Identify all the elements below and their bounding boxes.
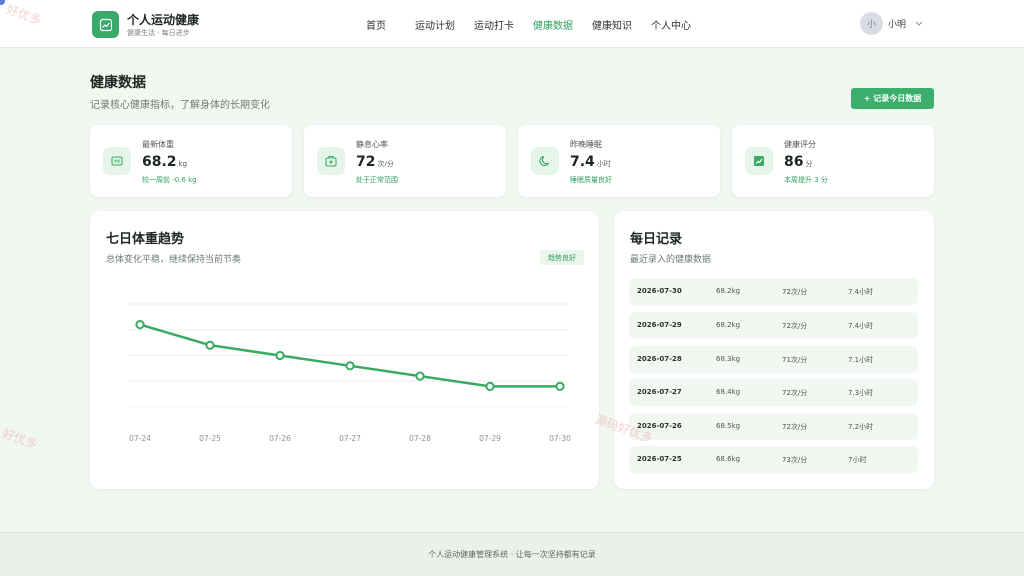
weight-trend-card: 07-24 07-25 07-26 07-27 07-28 07-29 07-30 七日体重…	[90, 211, 599, 489]
nav-profile[interactable]: 个人中心	[651, 17, 691, 32]
data-point	[345, 361, 355, 371]
data-point	[205, 340, 215, 350]
data-point	[415, 371, 425, 381]
medical-kit-icon	[317, 147, 345, 175]
x-tick-label: 07-27	[339, 434, 361, 443]
footer-text: 个人运动健康管理系统 · 让每一次坚持都有记录	[428, 550, 596, 559]
x-tick-label: 07-29	[479, 434, 501, 443]
page-title: 健康数据	[90, 75, 146, 91]
data-point	[485, 381, 495, 391]
card-title: 每日记录	[630, 232, 683, 247]
corner-indicator	[0, 0, 5, 5]
record-heart-rate: 72次/分	[782, 389, 808, 397]
stat-note: 睡眠质量良好	[570, 176, 612, 184]
record-weight: 68.2kg	[716, 321, 741, 329]
data-point	[555, 381, 565, 391]
card-subtitle: 总体变化平稳，继续保持当前节奏	[106, 255, 242, 265]
nav-workout-plan[interactable]: 运动计划	[415, 17, 455, 32]
list-item[interactable]: 2026-07-25 68.6kg 73次/分 7小时	[629, 446, 918, 473]
x-tick-label: 07-28	[409, 434, 431, 443]
avatar[interactable]: 小	[860, 12, 883, 35]
nav-checkin[interactable]: 运动打卡	[474, 17, 514, 32]
brand-subtitle: 健康生活 · 每日进步	[127, 29, 190, 37]
nav-health-data[interactable]: 健康数据	[533, 17, 573, 32]
chevron-down-icon[interactable]	[914, 18, 924, 28]
stat-note: 较一周前 -0.6 kg	[142, 176, 197, 184]
x-tick-label: 07-30	[549, 434, 571, 443]
record-date: 2026-07-29	[637, 321, 682, 329]
data-point	[275, 350, 285, 361]
record-date: 2026-07-28	[637, 355, 682, 363]
stat-card-heart-rate: 静息心率 72 次/分 处于正常范围	[304, 125, 506, 197]
record-sleep: 7.4小时	[848, 288, 874, 296]
stat-value: 68.2 kg	[142, 154, 188, 170]
record-today-button[interactable]: + 记录今日数据	[851, 88, 934, 109]
daily-records-card: 每日记录 最近录入的健康数据 2026-07-30 68.2kg 72次/分 7…	[614, 211, 934, 489]
stat-card-health-score: 健康评分 86 分 本周提升 3 分	[732, 125, 934, 197]
card-subtitle: 最近录入的健康数据	[630, 255, 712, 265]
record-sleep: 7.4小时	[848, 322, 874, 330]
list-item[interactable]: 2026-07-26 68.5kg 72次/分 7.2小时	[629, 413, 918, 440]
x-tick-label: 07-25	[199, 434, 221, 443]
record-sleep: 7.2小时	[848, 423, 874, 431]
list-item[interactable]: 2026-07-30 68.2kg 72次/分 7.4小时	[629, 278, 918, 305]
trend-chart-icon	[745, 147, 773, 175]
card-title: 七日体重趋势	[106, 232, 185, 247]
record-weight: 68.4kg	[716, 388, 741, 396]
page-subtitle: 记录核心健康指标，了解身体的长期变化	[90, 100, 270, 111]
record-heart-rate: 71次/分	[782, 356, 808, 364]
top-navbar: 个人运动健康 健康生活 · 每日进步 首页 运动计划 运动打卡 健康数据 健康知…	[0, 0, 1024, 48]
stat-value: 86 分	[784, 154, 813, 170]
logo-icon[interactable]	[92, 11, 119, 38]
record-date: 2026-07-25	[637, 455, 682, 463]
x-tick-label: 07-26	[269, 434, 291, 443]
record-weight: 68.3kg	[716, 355, 741, 363]
nav-health-knowledge[interactable]: 健康知识	[592, 17, 632, 32]
watermark: 好优多	[0, 426, 40, 452]
record-weight: 68.6kg	[716, 455, 741, 463]
stat-label: 昨晚睡眠	[570, 140, 602, 149]
record-weight: 68.2kg	[716, 287, 741, 295]
x-tick-label: 07-24	[129, 434, 151, 443]
stat-note: 处于正常范围	[356, 176, 398, 184]
record-sleep: 7小时	[848, 456, 867, 464]
stat-value: 72 次/分	[356, 154, 394, 170]
user-name[interactable]: 小明	[888, 17, 906, 30]
list-item[interactable]: 2026-07-29 68.2kg 72次/分 7.4小时	[629, 312, 918, 339]
record-sleep: 7.3小时	[848, 389, 874, 397]
record-heart-rate: 73次/分	[782, 456, 808, 464]
scale-icon	[103, 147, 131, 175]
record-heart-rate: 72次/分	[782, 288, 808, 296]
record-weight: 68.5kg	[716, 422, 741, 430]
brand-title: 个人运动健康	[127, 13, 200, 27]
stat-label: 最新体重	[142, 140, 174, 149]
list-item[interactable]: 2026-07-27 68.4kg 72次/分 7.3小时	[629, 379, 918, 406]
footer: 个人运动健康管理系统 · 让每一次坚持都有记录	[0, 532, 1024, 576]
nav-home[interactable]: 首页	[366, 17, 386, 32]
record-heart-rate: 72次/分	[782, 423, 808, 431]
record-date: 2026-07-27	[637, 388, 682, 396]
stat-label: 健康评分	[784, 140, 816, 149]
stat-value: 7.4 小时	[570, 154, 611, 170]
record-date: 2026-07-26	[637, 422, 682, 430]
moon-icon	[531, 147, 559, 175]
list-item[interactable]: 2026-07-28 68.3kg 71次/分 7.1小时	[629, 346, 918, 373]
stat-card-sleep: 昨晚睡眠 7.4 小时 睡眠质量良好	[518, 125, 720, 197]
record-sleep: 7.1小时	[848, 356, 874, 364]
data-point	[135, 320, 145, 330]
stat-card-weight: 最新体重 68.2 kg 较一周前 -0.6 kg	[90, 125, 292, 197]
status-badge: 趋势良好	[540, 250, 584, 265]
stat-note: 本周提升 3 分	[784, 176, 828, 184]
record-date: 2026-07-30	[637, 287, 682, 295]
stat-label: 静息心率	[356, 140, 388, 149]
record-heart-rate: 72次/分	[782, 322, 808, 330]
